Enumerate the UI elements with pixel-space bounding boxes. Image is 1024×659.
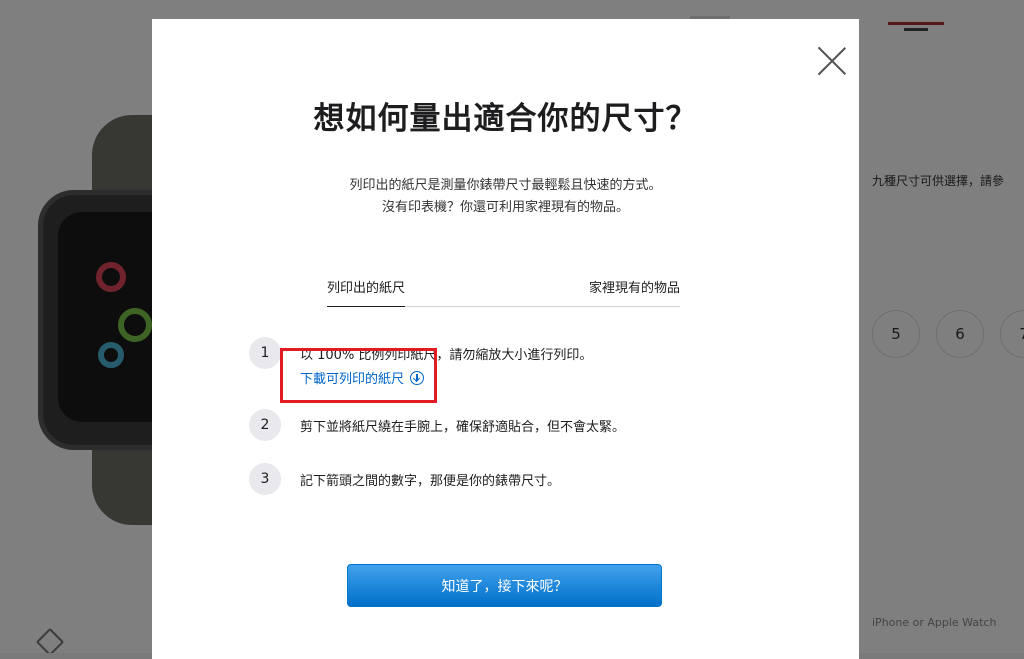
tab-printable-ruler[interactable]: 列印出的紙尺 xyxy=(327,277,406,307)
step-number: 3 xyxy=(249,463,281,495)
modal-title: 想如何量出適合你的尺寸？ xyxy=(313,101,698,137)
annotation-highlight-box xyxy=(280,348,437,403)
step-number: 2 xyxy=(249,409,281,441)
size-guide-modal: 想如何量出適合你的尺寸？ 列印出的紙尺是測量你錶帶尺寸最輕鬆且快速的方式。 沒有… xyxy=(152,19,859,659)
close-icon[interactable] xyxy=(814,43,850,79)
step-text: 剪下並將紙尺繞在手腕上，確保舒適貼合，但不會太緊。 xyxy=(300,420,626,435)
measure-method-tabs: 列印出的紙尺 家裡現有的物品 xyxy=(327,273,680,307)
step-number: 1 xyxy=(249,337,281,369)
modal-intro: 列印出的紙尺是測量你錶帶尺寸最輕鬆且快速的方式。 沒有印表機？你還可利用家裡現有… xyxy=(152,175,859,219)
intro-line-1: 列印出的紙尺是測量你錶帶尺寸最輕鬆且快速的方式。 xyxy=(349,178,662,193)
tab-household-items[interactable]: 家裡現有的物品 xyxy=(589,277,680,306)
continue-button[interactable]: 知道了，接下來呢？ xyxy=(347,564,662,607)
intro-line-2: 沒有印表機？你還可利用家裡現有的物品。 xyxy=(381,200,629,215)
step-text: 記下箭頭之間的數字，那便是你的錶帶尺寸。 xyxy=(300,474,561,489)
